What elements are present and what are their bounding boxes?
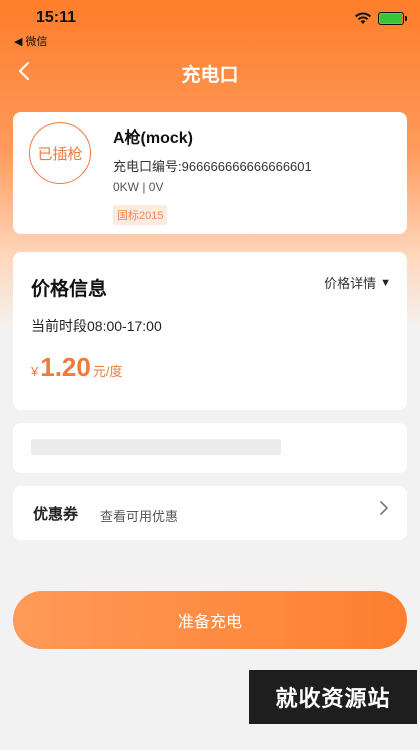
coupon-row[interactable]: 优惠券 查看可用优惠	[13, 486, 407, 540]
watermark: 就收资源站	[249, 670, 417, 724]
triangle-down-icon: ▼	[380, 276, 391, 289]
price-info-card: 价格信息 价格详情 ▼ 当前时段08:00-17:00 ¥ 1.20 元/度	[13, 252, 407, 410]
status-time: 15:11	[36, 9, 77, 26]
page-title: 充电口	[181, 65, 239, 86]
coupon-hint: 查看可用优惠	[100, 509, 179, 524]
charging-gun-card: 已插枪 A枪(mock) 充电口编号:966666666666666601 0K…	[13, 112, 407, 234]
plug-status-badge: 已插枪	[29, 122, 91, 184]
price-value: 1.20	[40, 352, 91, 382]
gun-power: 0KW | 0V	[113, 180, 164, 194]
standard-tag: 国标2015	[113, 205, 168, 225]
navigation-bar: 充电口	[0, 52, 420, 92]
price-unit: 元/度	[92, 364, 123, 379]
back-to-app-link[interactable]: ◀ 微信	[14, 33, 48, 49]
price-detail-toggle[interactable]: 价格详情 ▼	[324, 273, 391, 292]
coupon-label: 优惠券	[33, 506, 79, 523]
price-detail-label: 价格详情	[324, 276, 377, 291]
wifi-icon	[355, 12, 371, 24]
placeholder-card	[13, 423, 407, 473]
price-title: 价格信息	[31, 279, 108, 300]
loading-skeleton	[31, 439, 281, 455]
status-icons	[354, 11, 407, 25]
battery-icon	[378, 11, 407, 25]
chevron-right-icon	[379, 499, 389, 522]
current-period: 当前时段08:00-17:00	[31, 318, 162, 334]
gun-code: 充电口编号:966666666666666601	[113, 159, 312, 174]
gun-name: A枪(mock)	[113, 130, 194, 147]
price-display: ¥ 1.20 元/度	[31, 352, 122, 383]
prepare-charge-button[interactable]: 准备充电	[13, 591, 407, 649]
currency-symbol: ¥	[31, 364, 39, 379]
status-bar: 15:11 ◀ 微信	[0, 0, 420, 48]
